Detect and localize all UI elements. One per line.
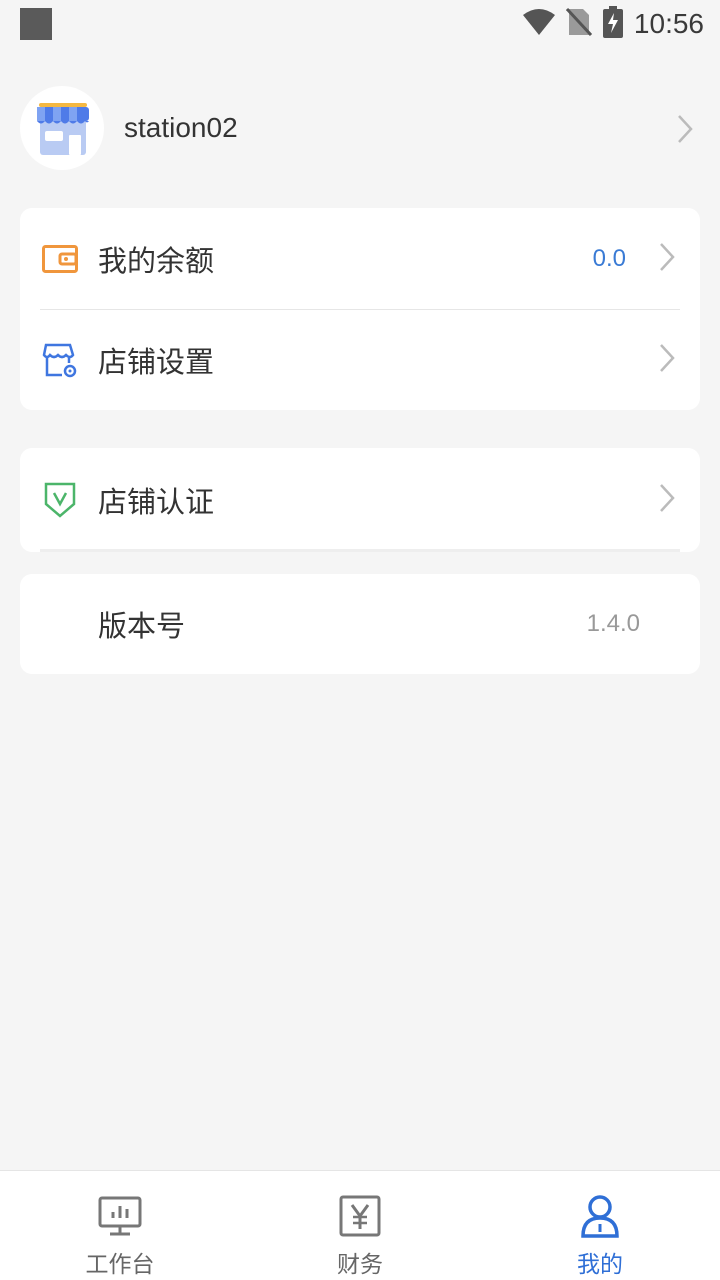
chevron-right-icon bbox=[658, 483, 676, 517]
tab-label: 财务 bbox=[337, 1252, 383, 1278]
store-avatar-icon bbox=[37, 103, 89, 155]
store-settings-icon bbox=[40, 340, 80, 380]
store-certification-row[interactable]: 店铺认证 bbox=[20, 448, 700, 552]
store-certification-label: 店铺认证 bbox=[98, 485, 215, 519]
chevron-right-icon bbox=[676, 114, 694, 148]
version-row: 版本号 1.4.0 bbox=[20, 574, 700, 674]
tab-finance[interactable]: 财务 bbox=[240, 1171, 480, 1280]
clock: 10:56 bbox=[633, 8, 704, 39]
status-bar: 10:56 bbox=[0, 0, 720, 48]
chevron-right-icon bbox=[658, 242, 676, 276]
monitor-chart-icon bbox=[98, 1193, 142, 1239]
chevron-right-icon bbox=[658, 343, 676, 377]
avatar[interactable] bbox=[20, 86, 104, 170]
wallet-icon bbox=[40, 239, 80, 279]
notification-icon bbox=[20, 8, 52, 40]
yen-icon bbox=[339, 1193, 381, 1239]
version-value: 1.4.0 bbox=[586, 610, 640, 637]
battery-charging-icon bbox=[602, 6, 624, 42]
tab-label: 我的 bbox=[577, 1252, 623, 1278]
wifi-icon bbox=[522, 8, 556, 40]
no-sim-icon bbox=[565, 7, 593, 41]
bottom-tab-bar: 工作台 财务 我的 bbox=[0, 1170, 720, 1280]
store-settings-label: 店铺设置 bbox=[98, 344, 215, 379]
tab-workbench[interactable]: 工作台 bbox=[0, 1171, 240, 1280]
user-icon bbox=[580, 1193, 620, 1239]
balance-value: 0.0 bbox=[592, 244, 626, 272]
profile-header[interactable]: station02 bbox=[20, 86, 700, 170]
shield-check-icon bbox=[40, 480, 80, 520]
menu-card-certification: 店铺认证 bbox=[20, 448, 700, 552]
store-settings-row[interactable]: 店铺设置 bbox=[20, 309, 700, 410]
version-label: 版本号 bbox=[98, 609, 186, 643]
version-card: 版本号 1.4.0 bbox=[20, 574, 700, 674]
menu-card-balance-settings: 我的余额 0.0 店铺设置 bbox=[20, 208, 700, 410]
tab-label: 工作台 bbox=[85, 1252, 155, 1278]
balance-label: 我的余额 bbox=[98, 243, 215, 278]
balance-row[interactable]: 我的余额 0.0 bbox=[20, 208, 700, 309]
username: station02 bbox=[124, 112, 238, 143]
tab-mine[interactable]: 我的 bbox=[480, 1171, 720, 1280]
